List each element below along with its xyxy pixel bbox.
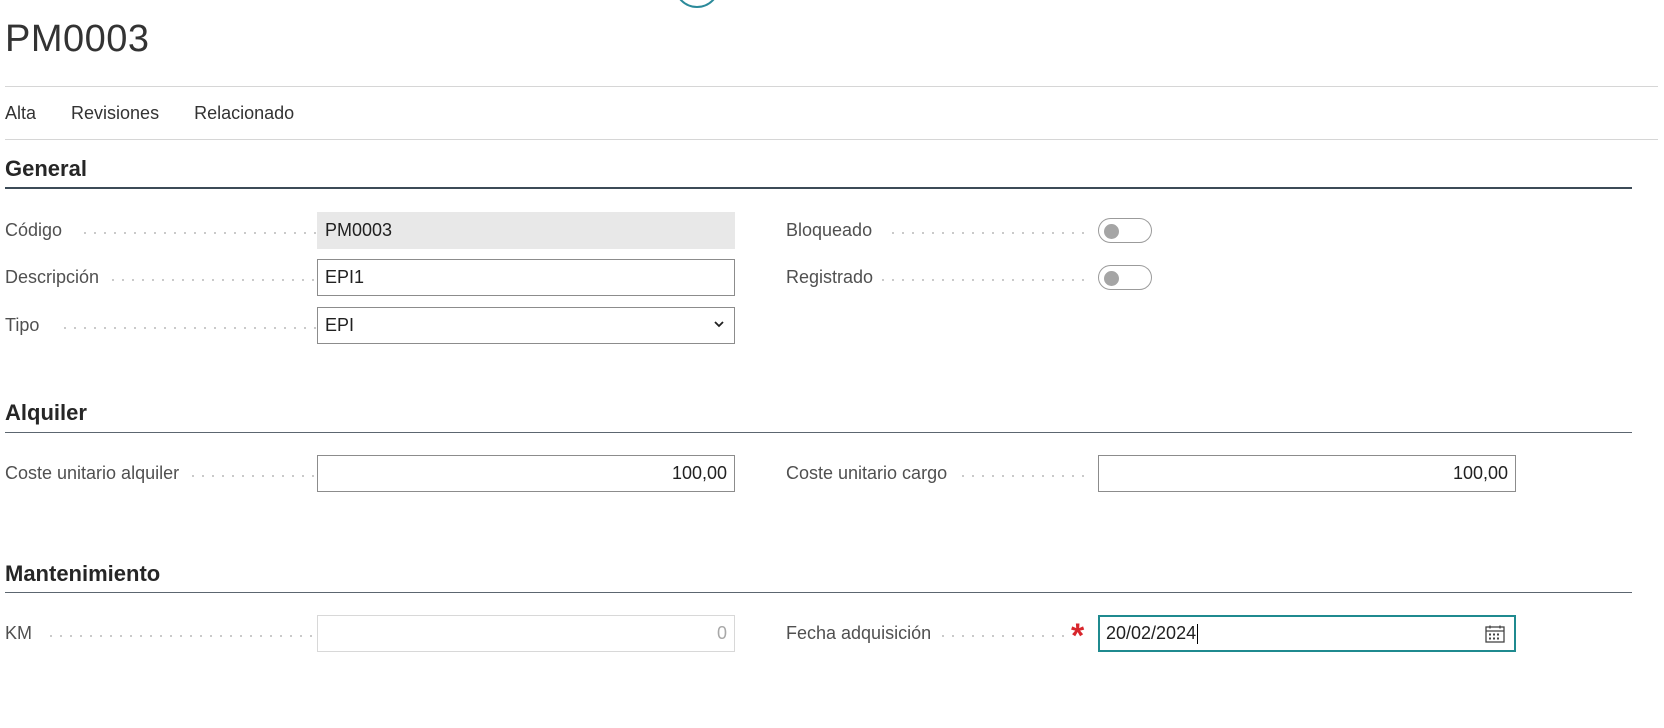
descripcion-field[interactable]: EPI1 [317,259,735,296]
section-title-mantenimiento[interactable]: Mantenimiento [5,561,160,587]
chevron-down-icon [714,321,724,328]
tipo-label: Tipo [5,315,40,335]
km-field[interactable]: 0 [317,615,735,652]
required-asterisk-icon: * [1071,617,1085,655]
fecha-adquisicion-field[interactable]: 20/02/2024 [1098,615,1516,652]
toggle-knob [1104,224,1119,239]
action-bar: Alta Revisiones Relacionado [5,103,294,124]
section-rule [5,432,1632,433]
leader-dots [80,232,320,234]
coste-cargo-label: Coste unitario cargo [786,463,948,483]
codigo-field[interactable]: PM0003 [317,212,735,249]
divider [5,139,1658,140]
leader-dots [46,635,320,637]
divider [5,86,1658,87]
bloqueado-label: Bloqueado [786,220,873,240]
coste-alquiler-field[interactable]: 100,00 [317,455,735,492]
coste-alquiler-label: Coste unitario alquiler [5,463,180,483]
toggle-knob [1104,271,1119,286]
km-label: KM [5,623,32,643]
leader-dots [938,635,1066,637]
leader-dots [60,327,320,329]
fecha-value: 20/02/2024 [1106,623,1197,643]
tipo-value: EPI [325,315,355,335]
action-relacionado[interactable]: Relacionado [194,103,294,124]
fecha-adquisicion-label: Fecha adquisición [786,623,932,643]
leader-dots [888,232,1086,234]
registrado-label: Registrado [786,267,874,287]
coste-cargo-field[interactable]: 100,00 [1098,455,1516,492]
section-rule [5,592,1632,593]
section-title-general[interactable]: General [5,156,87,182]
bloqueado-toggle[interactable] [1098,218,1152,243]
descripcion-label: Descripción [5,267,100,287]
section-title-alquiler[interactable]: Alquiler [5,400,87,426]
page-title: PM0003 [5,18,150,60]
top-circle-indicator [674,0,720,8]
action-revisiones[interactable]: Revisiones [71,103,159,124]
section-rule [5,187,1632,189]
leader-dots [878,279,1086,281]
registrado-toggle[interactable] [1098,265,1152,290]
calendar-icon[interactable] [1485,625,1505,643]
text-caret [1197,623,1199,644]
codigo-label: Código [5,220,63,240]
leader-dots [188,475,320,477]
leader-dots [958,475,1086,477]
leader-dots [108,279,320,281]
action-alta[interactable]: Alta [5,103,36,124]
tipo-select[interactable]: EPI [317,307,735,344]
